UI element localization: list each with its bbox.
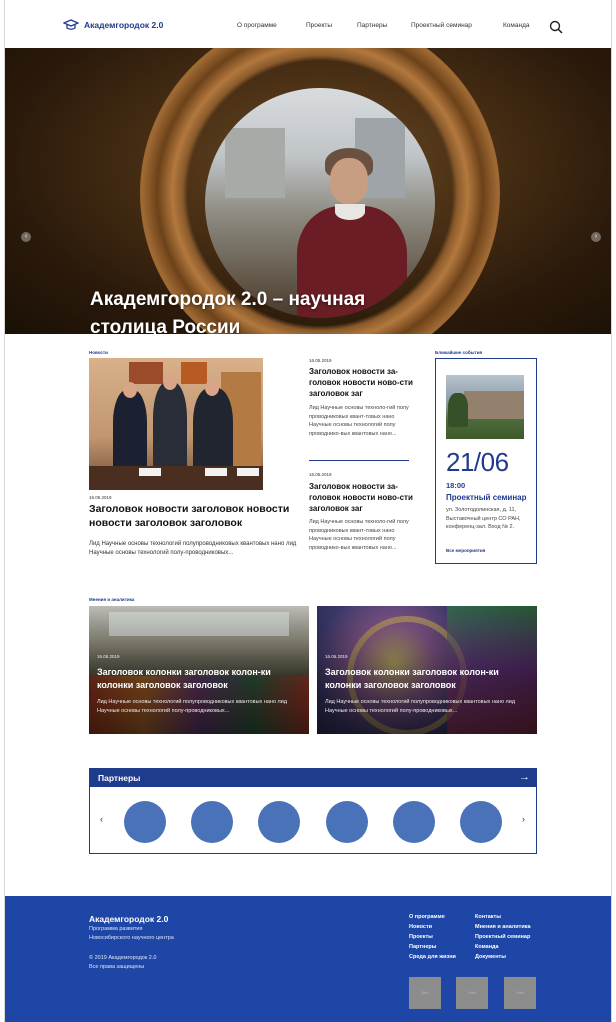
footer-copyright: © 2019 Академгородок 2.0 bbox=[89, 955, 157, 961]
arrow-right-icon[interactable]: → bbox=[519, 771, 530, 783]
logo[interactable]: Академгородок 2.0 bbox=[63, 18, 163, 32]
site-header: Академгородок 2.0 О программе Проекты Па… bbox=[5, 0, 611, 50]
footer-subtitle: Программа развития bbox=[89, 926, 143, 932]
event-card[interactable]: 21/06 18:00 Проектный семинар ул. Золото… bbox=[435, 358, 537, 564]
partners-title: Партнеры bbox=[98, 773, 141, 783]
opinion-card[interactable]: 16.05.2019 Заголовок колонки заголовок к… bbox=[317, 606, 537, 734]
footer-link[interactable]: Команда bbox=[475, 944, 499, 950]
footer-link[interactable]: О программе bbox=[409, 914, 445, 920]
partner-logo[interactable] bbox=[191, 801, 233, 843]
footer-subtitle: Новосибирского научного центра bbox=[89, 935, 174, 941]
footer-link[interactable]: Среда для жизни bbox=[409, 954, 456, 960]
opinion-text: Лид Научные основы технологий полупровод… bbox=[325, 699, 516, 714]
all-events-link[interactable]: Все мероприятия bbox=[446, 548, 485, 553]
search-icon[interactable] bbox=[549, 20, 563, 34]
footer-link[interactable]: Документы bbox=[475, 954, 506, 960]
hero-image bbox=[205, 88, 435, 318]
footer-link[interactable]: Проекты bbox=[409, 934, 433, 940]
opinion-date: 16.05.2019 bbox=[325, 654, 348, 659]
partners-header: Партнеры → bbox=[90, 769, 536, 787]
hero-title: Академгородок 2.0 – научная столица Росс… bbox=[90, 289, 366, 334]
nav-item-projects[interactable]: Проекты bbox=[306, 22, 332, 29]
opinion-card[interactable]: 16.05.2019 Заголовок колонки заголовок к… bbox=[89, 606, 309, 734]
nav-item-team[interactable]: Команда bbox=[503, 22, 529, 29]
event-day: 21/06 bbox=[446, 447, 509, 477]
partner-logo[interactable] bbox=[460, 801, 502, 843]
graduation-cap-icon bbox=[63, 19, 79, 30]
nav-item-partners[interactable]: Партнеры bbox=[357, 22, 387, 29]
event-address: ул. Золотодолинская, д. 11, Выставочный … bbox=[446, 507, 521, 530]
page-frame: Академгородок 2.0 О программе Проекты Па… bbox=[4, 0, 612, 1022]
opinion-title[interactable]: Заголовок колонки заголовок колон-ки кол… bbox=[97, 666, 302, 692]
footer-link[interactable]: Контакты bbox=[475, 914, 501, 920]
event-title[interactable]: Проектный семинар bbox=[446, 493, 527, 502]
partner-logo[interactable] bbox=[393, 801, 435, 843]
news-side-title[interactable]: Заголовок новости за-головок новости нов… bbox=[309, 366, 417, 399]
news-side-text: Лид Научные основы техноло-гий полу пров… bbox=[309, 519, 409, 551]
news-side-date: 16.05.2019 bbox=[309, 472, 332, 477]
news-divider bbox=[309, 460, 409, 461]
footer-link[interactable]: Мнения и аналитика bbox=[475, 924, 531, 930]
footer-link[interactable]: Новости bbox=[409, 924, 432, 930]
news-main-text: Лид Научные основы технологий полупровод… bbox=[89, 541, 297, 556]
footer-logo-placeholder: Лого bbox=[504, 977, 536, 1009]
hero-prev-arrow-icon[interactable]: ‹ bbox=[21, 232, 31, 242]
partner-logo[interactable] bbox=[258, 801, 300, 843]
news-main-title[interactable]: Заголовок новости заголовок новости ново… bbox=[89, 502, 299, 530]
news-side-title[interactable]: Заголовок новости за-головок новости нов… bbox=[309, 481, 417, 514]
event-image bbox=[446, 375, 524, 439]
partner-logo[interactable] bbox=[326, 801, 368, 843]
logo-text: Академгородок 2.0 bbox=[84, 20, 164, 30]
news-main-image[interactable] bbox=[89, 358, 263, 490]
opinion-text: Лид Научные основы технологий полупровод… bbox=[97, 699, 288, 714]
news-main-date: 16.05.2019 bbox=[89, 495, 112, 500]
footer-logo-placeholder: Лого bbox=[456, 977, 488, 1009]
event-time: 18:00 bbox=[446, 481, 466, 490]
nav-item-seminar[interactable]: Проектный семинар bbox=[411, 22, 472, 29]
events-section-label: Ближайшие события bbox=[435, 350, 483, 355]
news-side-text: Лид Научные основы техноло-гий полу пров… bbox=[309, 405, 409, 437]
footer-logo-placeholder: Лого bbox=[409, 977, 441, 1009]
chevron-right-icon[interactable]: › bbox=[522, 814, 525, 824]
news-section-label: Новости bbox=[89, 350, 108, 355]
opinions-section-label: Мнения и аналитика bbox=[89, 597, 135, 602]
news-side-date: 16.05.2019 bbox=[309, 358, 332, 363]
hero-banner: Академгородок 2.0 – научная столица Росс… bbox=[5, 48, 611, 334]
footer-link[interactable]: Проектный семинар bbox=[475, 934, 530, 940]
opinion-date: 16.05.2019 bbox=[97, 654, 120, 659]
footer-copyright: Все права защищены bbox=[89, 964, 145, 970]
footer-link[interactable]: Партнеры bbox=[409, 944, 436, 950]
opinion-title[interactable]: Заголовок колонки заголовок колон-ки кол… bbox=[325, 666, 530, 692]
footer-brand: Академгородок 2.0 bbox=[89, 914, 169, 924]
nav-item-about[interactable]: О программе bbox=[237, 22, 277, 29]
partners-block: Партнеры → ‹ › bbox=[89, 768, 537, 854]
hero-next-arrow-icon[interactable]: › bbox=[591, 232, 601, 242]
partner-logo[interactable] bbox=[124, 801, 166, 843]
chevron-left-icon[interactable]: ‹ bbox=[100, 814, 103, 824]
